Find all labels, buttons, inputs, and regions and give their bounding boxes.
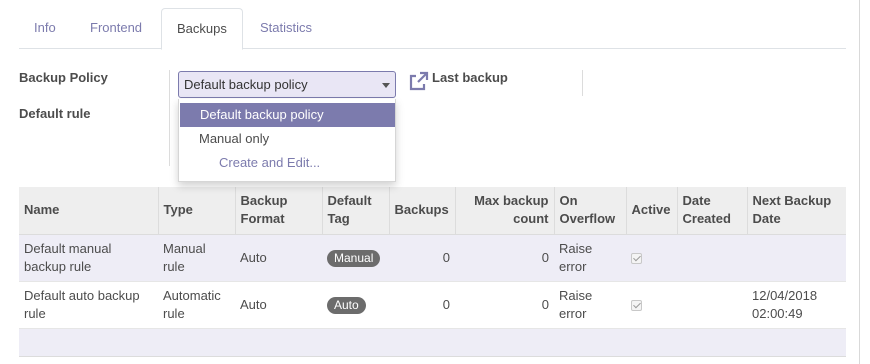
dropdown-option-default-backup-policy[interactable]: Default backup policy [180, 103, 395, 127]
cell-max-backup-count: 0 [455, 234, 554, 282]
dropdown-option-manual-only[interactable]: Manual only [179, 127, 395, 151]
col-header-backups[interactable]: Backups [388, 187, 455, 235]
cell-backup-format: Auto [235, 281, 322, 329]
active-checkbox[interactable] [631, 252, 642, 264]
cell-active [626, 234, 677, 282]
cell-date-created [677, 234, 747, 282]
tab-backups[interactable]: Backups [161, 8, 243, 50]
col-header-default-tag[interactable]: Default Tag [321, 187, 389, 235]
cell-type: Manual rule [158, 234, 235, 282]
col-header-on-overflow[interactable]: On Overflow [553, 187, 626, 235]
col-header-name[interactable]: Name [19, 187, 158, 235]
table-row[interactable]: Default auto backup rule Automatic rule Au… [19, 281, 846, 329]
dropdown-create-and-edit[interactable]: Create and Edit... [179, 151, 395, 175]
backup-policy-select[interactable]: Default backup policy [178, 71, 396, 98]
table-header-row: Name Type Backup Format Default Tag Backup… [19, 187, 846, 235]
cell-name: Default manual backup rule [19, 234, 158, 282]
tag-badge: Auto [327, 296, 366, 314]
table-row[interactable]: Default manual backup rule Manual rule Aut… [19, 234, 846, 282]
col-header-max-backup-count[interactable]: Max backup count [454, 187, 554, 235]
col-header-type[interactable]: Type [157, 187, 235, 235]
backup-rules-table: Name Type Backup Format Default Tag Backup… [19, 187, 846, 357]
col-header-backup-format[interactable]: Backup Format [234, 187, 322, 235]
backup-policy-value: Default backup policy [184, 77, 308, 92]
cell-active [626, 281, 677, 329]
backup-policy-dropdown: Default backup policy Manual only Create… [178, 99, 396, 182]
cell-default-tag: Manual [322, 234, 389, 282]
window-edge [859, 0, 860, 364]
tab-bar: Info Frontend Backups Statistics [19, 8, 846, 50]
cell-next-backup-date: 12/04/2018 02:00:49 [747, 281, 846, 329]
form-separator-left [169, 70, 170, 166]
cell-on-overflow: Raise error [554, 281, 626, 329]
cell-next-backup-date [747, 234, 846, 282]
chevron-down-icon[interactable] [382, 83, 390, 88]
tab-frontend[interactable]: Frontend [75, 8, 157, 49]
cell-on-overflow: Raise error [554, 234, 626, 282]
active-checkbox[interactable] [631, 299, 642, 311]
cell-backups: 0 [389, 281, 455, 329]
cell-name: Default auto backup rule [19, 281, 158, 329]
col-header-next-backup-date[interactable]: Next Backup Date [746, 187, 846, 235]
col-header-date-created[interactable]: Date Created [676, 187, 747, 235]
empty-row-cell [19, 328, 846, 357]
form-separator-right [582, 70, 583, 96]
tab-statistics[interactable]: Statistics [245, 8, 327, 49]
tab-info[interactable]: Info [19, 8, 71, 49]
default-rule-label: Default rule [19, 106, 91, 121]
tag-badge: Manual [327, 249, 381, 267]
cell-default-tag: Auto [322, 281, 389, 329]
cell-max-backup-count: 0 [455, 281, 554, 329]
cell-backups: 0 [389, 234, 455, 282]
col-header-active[interactable]: Active [625, 187, 677, 235]
table-add-row[interactable] [19, 328, 846, 357]
cell-backup-format: Auto [235, 234, 322, 282]
cell-date-created [677, 281, 747, 329]
external-link-icon[interactable] [407, 71, 429, 93]
last-backup-label: Last backup [432, 70, 508, 85]
cell-type: Automatic rule [158, 281, 235, 329]
backup-policy-label: Backup Policy [19, 70, 108, 85]
